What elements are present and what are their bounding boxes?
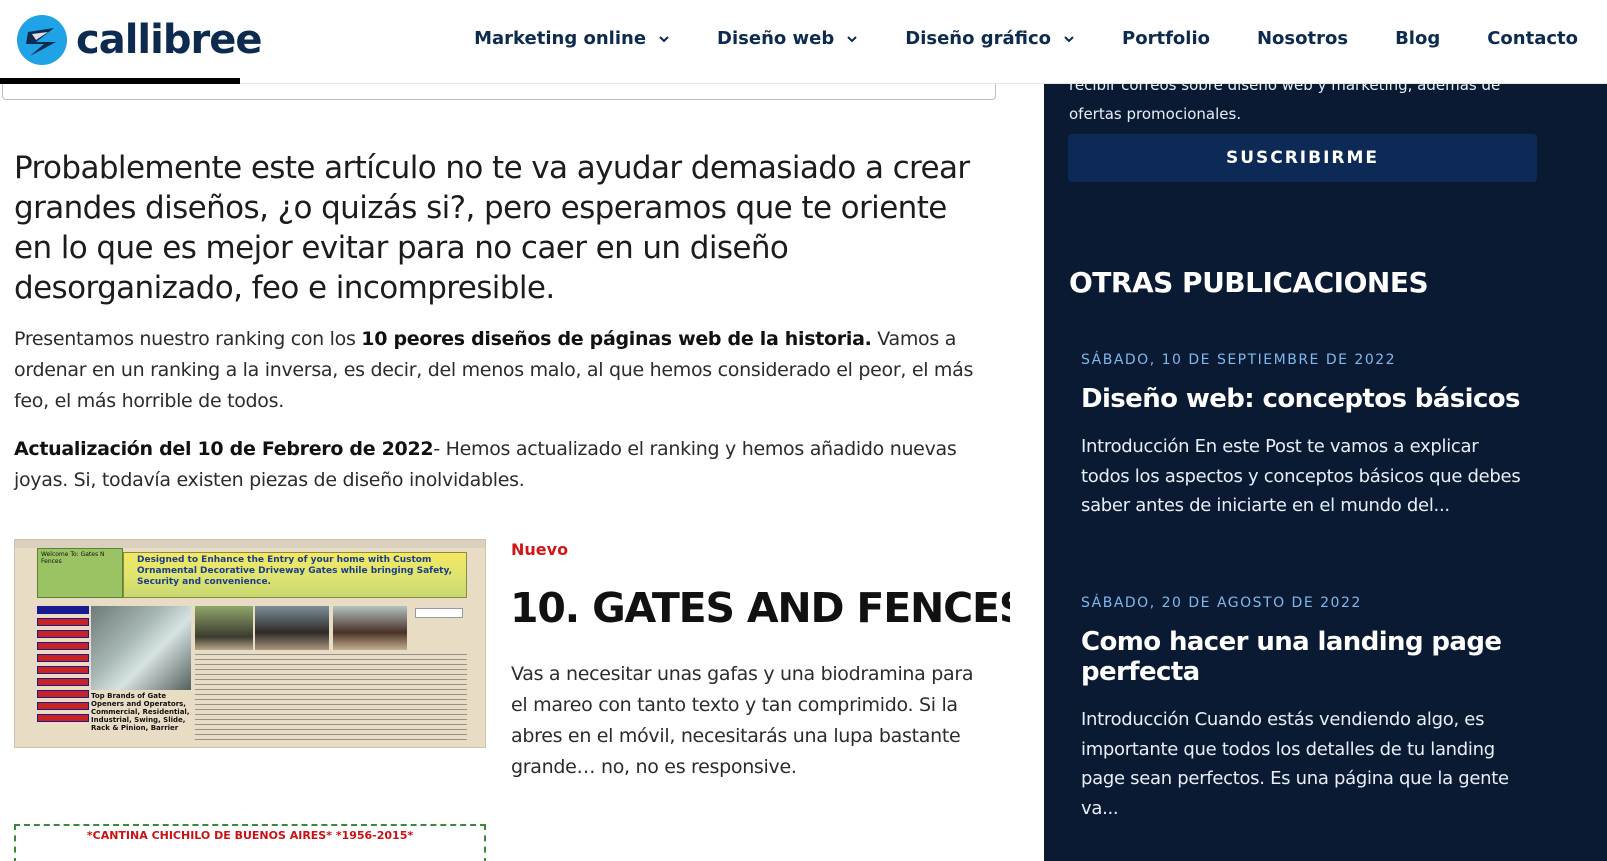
post-excerpt: Introducción En este Post te vamos a exp… xyxy=(1081,436,1521,516)
post-date: SÁBADO, 20 DE AGOSTO DE 2022 xyxy=(1081,595,1362,611)
thumb-gate-photo xyxy=(255,606,329,650)
thumb-menu-item xyxy=(37,654,89,662)
logo[interactable]: callibree xyxy=(14,12,262,68)
update-bold: Actualización del 10 de Febrero de 2022 xyxy=(14,438,434,460)
logo-wordmark: callibree xyxy=(76,17,262,63)
ranking-item-title: 10. GATES AND FENCES xyxy=(510,584,1010,632)
nav-item-blog[interactable]: Blog xyxy=(1395,28,1440,49)
thumb-bottom-text: Top Brands of Gate Openers and Operators… xyxy=(91,692,190,732)
paragraph-text: Presentamos nuestro ranking con los xyxy=(14,328,362,350)
nav-item-label: Diseño web xyxy=(717,28,835,49)
main-nav: Marketing online Diseño web Diseño gráfi… xyxy=(474,28,1578,49)
thumb-menu-item xyxy=(37,714,89,722)
chevron-down-icon xyxy=(1064,35,1074,42)
nav-item-label: Contacto xyxy=(1487,28,1578,49)
update-paragraph: Actualización del 10 de Febrero de 2022-… xyxy=(14,434,989,496)
nav-item-label: Nosotros xyxy=(1256,28,1349,49)
logo-underline xyxy=(0,78,240,84)
callibree-logo-icon xyxy=(17,15,67,65)
paragraph-bold: 10 peores diseños de páginas web de la h… xyxy=(361,328,872,350)
post-title-link[interactable]: Diseño web: conceptos básicos xyxy=(1081,384,1531,414)
other-posts-heading: OTRAS PUBLICACIONES xyxy=(1069,266,1429,299)
nav-item-label: Diseño gráfico xyxy=(905,28,1052,49)
post-excerpt: Introducción Cuando estás vendiendo algo… xyxy=(1081,709,1509,819)
nav-item-portfolio[interactable]: Portfolio xyxy=(1122,28,1210,49)
sidebar-post[interactable]: SÁBADO, 20 DE AGOSTO DE 2022 Como hacer … xyxy=(1081,595,1531,823)
next-thumb-title: *CANTINA CHICHILO DE BUENOS AIRES* *1956… xyxy=(86,829,414,842)
nav-item-diseno-grafico[interactable]: Diseño gráfico xyxy=(905,28,1075,49)
article-content: Probablemente este artículo no te va ayu… xyxy=(0,84,1010,861)
thumb-gate-photo xyxy=(195,606,253,650)
next-item-screenshot[interactable]: *CANTINA CHICHILO DE BUENOS AIRES* *1956… xyxy=(14,824,486,861)
thumb-menu-item xyxy=(37,702,89,710)
previous-section-box xyxy=(2,84,996,100)
article-paragraph: Presentamos nuestro ranking con los 10 p… xyxy=(14,324,989,417)
thumb-menu-item xyxy=(37,630,89,638)
post-title-link[interactable]: Como hacer una landing page perfecta xyxy=(1081,627,1531,687)
nav-item-label: Blog xyxy=(1395,28,1441,49)
article-intro: Probablemente este artículo no te va ayu… xyxy=(14,150,970,306)
thumb-header-strip xyxy=(15,540,485,548)
gates-and-fences-screenshot[interactable]: Welcome To: Gates N Fences Designed to E… xyxy=(14,539,486,748)
thumb-welcome-box: Welcome To: Gates N Fences xyxy=(37,548,123,598)
thumb-menu-item xyxy=(37,618,89,626)
thumb-side-menu xyxy=(37,606,89,726)
post-date: SÁBADO, 10 DE SEPTIEMBRE DE 2022 xyxy=(1081,352,1397,368)
thumb-gate-photo xyxy=(333,606,407,650)
thumb-menu-item xyxy=(37,642,89,650)
nav-item-contacto[interactable]: Contacto xyxy=(1487,28,1578,49)
new-badge: Nuevo xyxy=(511,540,569,559)
ranking-item-description: Vas a necesitar unas gafas y una biodram… xyxy=(511,663,974,778)
thumb-menu-item xyxy=(37,606,89,614)
nav-item-marketing-online[interactable]: Marketing online xyxy=(474,28,670,49)
thumb-menu-item xyxy=(37,666,89,674)
nav-item-diseno-web[interactable]: Diseño web xyxy=(717,28,858,49)
subscribe-button[interactable]: SUSCRIBIRME xyxy=(1068,134,1537,182)
thumb-dense-text xyxy=(195,654,467,744)
nav-item-label: Portfolio xyxy=(1122,28,1210,49)
site-header: callibree Marketing online Diseño web Di… xyxy=(0,0,1607,84)
thumb-headline: Designed to Enhance the Entry of your ho… xyxy=(137,555,453,587)
thumb-menu-item xyxy=(37,690,89,698)
nav-item-nosotros[interactable]: Nosotros xyxy=(1257,28,1348,49)
thumb-menu-item xyxy=(37,678,89,686)
thumb-search-box xyxy=(415,608,463,618)
chevron-down-icon xyxy=(847,35,857,42)
sidebar: recibir correos sobre diseño web y marke… xyxy=(1044,0,1607,861)
thumb-welding-photo xyxy=(91,606,191,690)
chevron-down-icon xyxy=(659,35,669,42)
nav-item-label: Marketing online xyxy=(474,28,647,49)
sidebar-post[interactable]: SÁBADO, 10 DE SEPTIEMBRE DE 2022 Diseño … xyxy=(1081,352,1531,521)
